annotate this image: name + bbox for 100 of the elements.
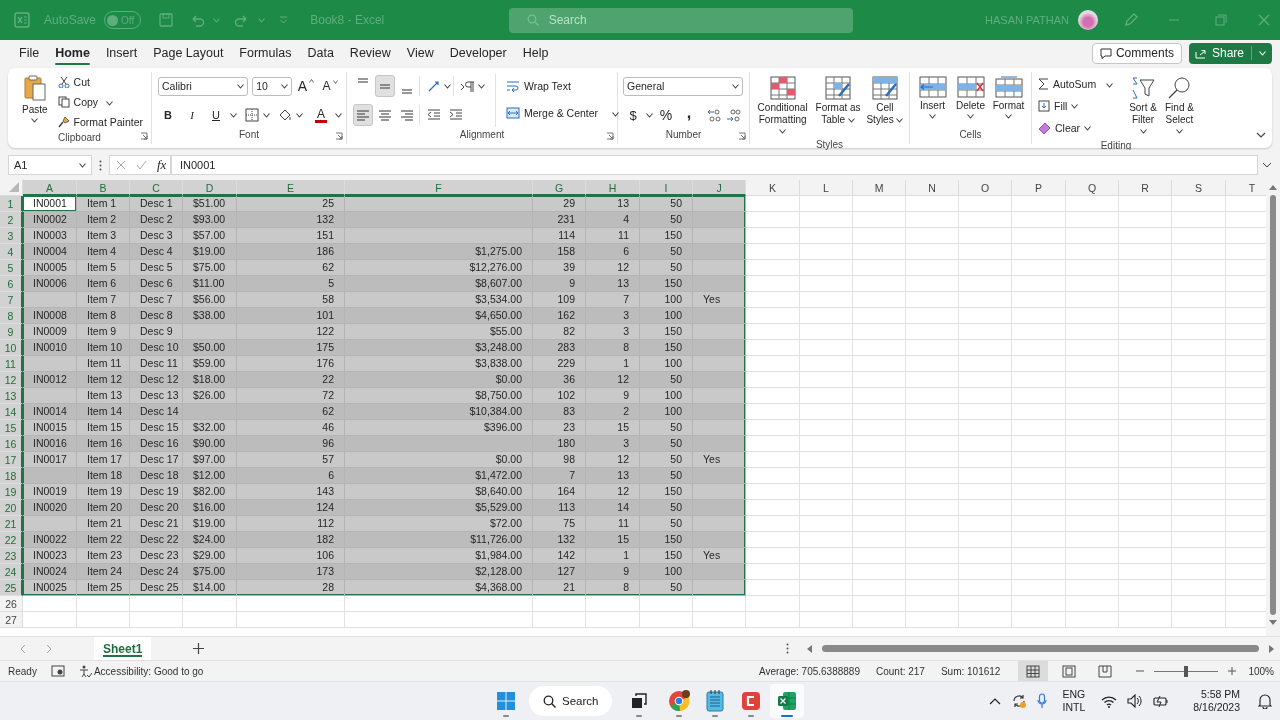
table-cell[interactable]: 25 xyxy=(237,196,345,212)
table-cell[interactable]: 106 xyxy=(237,548,345,564)
table-cell[interactable]: $75.00 xyxy=(183,564,237,580)
table-cell[interactable]: 6 xyxy=(237,468,345,484)
table-cell[interactable]: $90.00 xyxy=(183,436,237,452)
column-header[interactable]: O xyxy=(959,180,1012,196)
menu-tab[interactable]: File xyxy=(11,41,48,65)
table-cell[interactable]: IN0012 xyxy=(23,372,77,388)
table-cell[interactable]: $4,650.00 xyxy=(345,308,533,324)
row-header[interactable]: 20 xyxy=(0,500,23,516)
table-cell[interactable]: $14.00 xyxy=(183,580,237,596)
table-cell[interactable]: 182 xyxy=(237,532,345,548)
table-cell[interactable]: 186 xyxy=(237,244,345,260)
table-cell[interactable]: 75 xyxy=(533,516,586,532)
column-header[interactable]: T xyxy=(1226,180,1266,196)
table-cell[interactable]: Item 20 xyxy=(77,500,130,516)
table-cell[interactable]: $26.00 xyxy=(183,388,237,404)
table-cell[interactable]: $56.00 xyxy=(183,292,237,308)
table-cell[interactable]: 150 xyxy=(640,228,693,244)
table-cell[interactable] xyxy=(693,484,746,500)
table-cell[interactable] xyxy=(693,244,746,260)
zoom-level[interactable]: 100% xyxy=(1248,665,1274,677)
column-header[interactable]: G xyxy=(533,180,586,196)
table-cell[interactable]: 36 xyxy=(533,372,586,388)
merge-center-button[interactable]: Merge & Center xyxy=(504,101,622,125)
table-cell[interactable]: 102 xyxy=(533,388,586,404)
sheet-tab[interactable]: Sheet1 xyxy=(94,637,152,660)
table-cell[interactable]: Item 4 xyxy=(77,244,130,260)
find-select-button[interactable]: Find & Select xyxy=(1162,74,1196,138)
table-cell[interactable]: 132 xyxy=(237,212,345,228)
scrollbar-thumb[interactable] xyxy=(822,645,1259,652)
table-cell[interactable]: 15 xyxy=(586,532,640,548)
table-cell[interactable]: IN0025 xyxy=(23,580,77,596)
table-cell[interactable]: IN0009 xyxy=(23,324,77,340)
table-cell[interactable] xyxy=(693,468,746,484)
clear-button[interactable]: Clear xyxy=(1036,118,1116,138)
row-header[interactable]: 17 xyxy=(0,452,23,468)
grow-font-button[interactable]: A xyxy=(296,75,316,97)
table-cell[interactable]: 39 xyxy=(533,260,586,276)
table-cell[interactable]: 12 xyxy=(586,372,640,388)
table-cell[interactable]: 13 xyxy=(586,196,640,212)
row-header[interactable]: 13 xyxy=(0,388,23,404)
table-cell[interactable]: 100 xyxy=(640,292,693,308)
row-header[interactable]: 18 xyxy=(0,468,23,484)
table-cell[interactable]: 100 xyxy=(640,564,693,580)
table-cell[interactable]: 22 xyxy=(237,372,345,388)
table-cell[interactable]: $3,838.00 xyxy=(345,356,533,372)
table-cell[interactable]: 229 xyxy=(533,356,586,372)
table-cell[interactable]: 50 xyxy=(640,436,693,452)
table-cell[interactable]: $72.00 xyxy=(345,516,533,532)
table-cell[interactable]: 112 xyxy=(237,516,345,532)
table-cell[interactable]: 150 xyxy=(640,484,693,500)
table-cell[interactable]: $10,384.00 xyxy=(345,404,533,420)
table-cell[interactable]: $1,472.00 xyxy=(345,468,533,484)
table-cell[interactable]: $8,607.00 xyxy=(345,276,533,292)
wrap-text-button[interactable]: Wrap Text xyxy=(504,74,622,98)
table-cell[interactable]: Yes xyxy=(693,452,746,468)
table-cell[interactable]: 62 xyxy=(237,260,345,276)
table-cell[interactable]: 7 xyxy=(586,292,640,308)
table-cell[interactable]: $75.00 xyxy=(183,260,237,276)
table-cell[interactable]: 50 xyxy=(640,500,693,516)
table-cell[interactable] xyxy=(345,196,533,212)
table-cell[interactable]: 113 xyxy=(533,500,586,516)
table-cell[interactable]: 50 xyxy=(640,580,693,596)
row-header[interactable]: 25 xyxy=(0,580,23,596)
table-cell[interactable]: 50 xyxy=(640,260,693,276)
column-header[interactable]: A xyxy=(23,180,77,196)
table-cell[interactable]: Item 15 xyxy=(77,420,130,436)
table-cell[interactable]: 1 xyxy=(586,548,640,564)
table-cell[interactable]: 142 xyxy=(533,548,586,564)
row-header[interactable]: 21 xyxy=(0,516,23,532)
row-header[interactable]: 8 xyxy=(0,308,23,324)
table-cell[interactable]: Item 10 xyxy=(77,340,130,356)
table-cell[interactable]: 12 xyxy=(586,484,640,500)
percent-button[interactable]: % xyxy=(656,104,676,126)
table-cell[interactable]: Desc 19 xyxy=(130,484,183,500)
font-color-button[interactable]: A xyxy=(311,104,331,126)
table-cell[interactable]: 15 xyxy=(586,420,640,436)
table-cell[interactable]: 13 xyxy=(586,276,640,292)
table-cell[interactable]: IN0024 xyxy=(23,564,77,580)
row-header[interactable]: 7 xyxy=(0,292,23,308)
table-cell[interactable]: 12 xyxy=(586,260,640,276)
menu-tab[interactable]: View xyxy=(398,41,442,65)
shrink-font-button[interactable]: A xyxy=(320,75,340,97)
table-cell[interactable]: 114 xyxy=(533,228,586,244)
table-cell[interactable]: $82.00 xyxy=(183,484,237,500)
table-cell[interactable] xyxy=(693,388,746,404)
table-cell[interactable]: 50 xyxy=(640,468,693,484)
table-cell[interactable]: $0.00 xyxy=(345,452,533,468)
table-cell[interactable]: $24.00 xyxy=(183,532,237,548)
table-cell[interactable]: Desc 16 xyxy=(130,436,183,452)
underline-button[interactable]: U xyxy=(206,104,226,126)
table-cell[interactable]: 58 xyxy=(237,292,345,308)
table-cell[interactable]: 28 xyxy=(237,580,345,596)
column-header[interactable]: N xyxy=(906,180,959,196)
table-cell[interactable]: $4,368.00 xyxy=(345,580,533,596)
table-cell[interactable]: 13 xyxy=(586,468,640,484)
table-cell[interactable] xyxy=(23,468,77,484)
table-cell[interactable]: Desc 24 xyxy=(130,564,183,580)
table-cell[interactable]: 127 xyxy=(533,564,586,580)
